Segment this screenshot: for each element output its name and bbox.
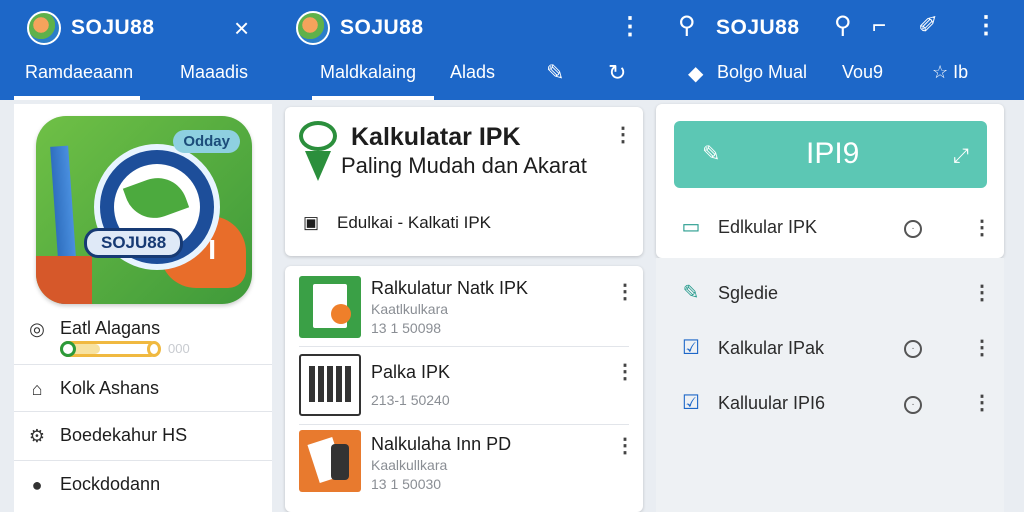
document-icon: ▣ xyxy=(303,213,320,232)
location-icon: ● xyxy=(31,474,43,495)
app-icon-large[interactable]: I SOJU88 Odday xyxy=(36,116,252,304)
tab-active-indicator xyxy=(14,96,140,100)
home-icon: ⌂ xyxy=(31,378,43,399)
expand-icon: ⤢ xyxy=(953,145,969,167)
tab-pane3-0[interactable]: Bolgo Mual xyxy=(717,62,807,83)
left-item-1[interactable]: ⌂ Kolk Ashans xyxy=(28,378,160,399)
featured-title: Kalkulatar IPK xyxy=(351,123,521,151)
ipk-button[interactable]: ✎ IPI9 ⤢ xyxy=(674,121,987,188)
tab-pane2-1[interactable]: Alads xyxy=(450,62,495,83)
left-item-label: Eockdodann xyxy=(60,474,161,494)
more-menu-icon[interactable]: ⋮ xyxy=(615,282,635,302)
divider xyxy=(14,411,272,412)
more-menu-icon[interactable]: ⋮ xyxy=(972,338,992,358)
left-item-label: Boedekahur HS xyxy=(60,425,188,445)
divider xyxy=(299,424,629,425)
right-item-label[interactable]: Kalluular IPI6 xyxy=(718,393,825,414)
brand-name: SOJU88 xyxy=(340,16,424,39)
clock-icon: · xyxy=(904,220,922,238)
app-thumbnail-calendar[interactable] xyxy=(299,354,361,416)
featured-subtitle: Paling Mudah dan Akarat xyxy=(341,153,587,178)
list-item-title[interactable]: Palka IPK xyxy=(371,362,450,383)
list-item-title[interactable]: Nalkulaha Inn PD xyxy=(371,434,511,455)
pane2-topbar: SOJU88 xyxy=(296,0,424,56)
favorites-tab[interactable]: ☆ Ib xyxy=(932,62,968,83)
list-item-meta: 213-1 50240 xyxy=(371,392,450,408)
featured-card[interactable]: Kalkulatar IPK Paling Mudah dan Akarat ⋮… xyxy=(285,107,643,256)
app-icon-label: SOJU88 xyxy=(84,228,184,258)
left-item-3[interactable]: ● Eockdodann xyxy=(28,474,161,495)
divider xyxy=(299,346,629,347)
more-menu-icon[interactable]: ⋮ xyxy=(972,218,992,238)
edit-icon: ✎ xyxy=(682,282,700,304)
ipk-button-label: IPI9 xyxy=(806,137,860,170)
clock-icon: · xyxy=(904,396,922,414)
wrench-icon: ✎ xyxy=(702,141,721,166)
more-menu-icon[interactable]: ⋮ xyxy=(972,283,992,303)
check-edit-icon: ☑ xyxy=(682,337,700,359)
more-menu-icon[interactable]: ⋮ xyxy=(974,14,998,38)
more-menu-icon[interactable]: ⋮ xyxy=(618,15,642,39)
more-menu-icon[interactable]: ⋮ xyxy=(615,436,635,456)
search-icon[interactable]: ⚲ xyxy=(678,14,696,38)
brand-name: SOJU88 xyxy=(71,16,155,39)
box-graphic xyxy=(36,256,92,304)
brand-name: SOJU88 xyxy=(716,16,800,39)
list-item-meta: 13 1 50098 xyxy=(371,320,442,336)
divider xyxy=(14,364,272,365)
app-header: SOJU88 × Ramdaeaann Maaadis SOJU88 ⋮ Mal… xyxy=(0,0,1024,100)
edit-star-icon[interactable]: ✎ xyxy=(546,62,564,84)
left-item-label: Kolk Ashans xyxy=(60,378,160,398)
left-item-2[interactable]: ⚙ Boedekahur HS xyxy=(28,425,187,446)
right-item-label[interactable]: Edlkular IPK xyxy=(718,217,817,238)
app-logo xyxy=(296,11,330,45)
right-item-label[interactable]: Sgledie xyxy=(718,283,778,304)
list-item-meta: 13 1 50030 xyxy=(371,476,442,492)
tab-pane1-0[interactable]: Ramdaeaann xyxy=(25,62,133,83)
list-item-title[interactable]: Ralkulatur Natk IPK xyxy=(371,278,528,299)
list-item-subtitle: Kaatlkulkara xyxy=(371,301,449,317)
close-icon[interactable]: × xyxy=(234,15,249,41)
left-item-label: Eatl Alagans xyxy=(60,318,161,338)
right-list xyxy=(656,258,1004,512)
list-item-subtitle: Kaalkullkara xyxy=(371,457,448,473)
tab-pane3-1[interactable]: Vou9 xyxy=(842,62,883,83)
card-icon: ▭ xyxy=(681,216,701,238)
tab-pane1-1[interactable]: Maaadis xyxy=(180,62,248,83)
progress-start-dot xyxy=(60,341,76,357)
app-thumbnail-phone[interactable] xyxy=(299,430,361,492)
progress-bar xyxy=(60,341,161,357)
more-menu-icon[interactable]: ⋮ xyxy=(972,393,992,413)
search-icon[interactable]: ⚲ xyxy=(834,14,852,38)
progress-end-dot xyxy=(147,341,161,357)
app-icon-badge: Odday xyxy=(173,130,240,153)
left-item-0[interactable]: ◎ Eatl Alagans xyxy=(28,318,160,339)
tab-pane2-0[interactable]: Maldkalaing xyxy=(320,62,416,83)
featured-category: Edulkai - Kalkati IPK xyxy=(337,213,492,232)
check-box-icon: ☑ xyxy=(682,392,700,414)
brush-icon[interactable]: ✐ xyxy=(918,14,938,38)
refresh-icon[interactable]: ↻ xyxy=(608,62,626,84)
more-menu-icon[interactable]: ⋮ xyxy=(613,125,633,145)
more-menu-icon[interactable]: ⋮ xyxy=(615,362,635,382)
progress-label: 000 xyxy=(168,341,190,356)
divider xyxy=(14,460,272,461)
settings-icon: ⚙ xyxy=(28,425,46,446)
tab-active-indicator xyxy=(312,96,434,100)
pane1-topbar: SOJU88 xyxy=(27,0,155,56)
right-item-label[interactable]: Kalkular IPak xyxy=(718,338,824,359)
target-icon: ◎ xyxy=(29,318,45,339)
app-list: Ralkulatur Natk IPK Kaatlkulkara 13 1 50… xyxy=(285,266,643,512)
gift-icon: ◆ xyxy=(688,63,704,85)
app-thumbnail-calculator[interactable] xyxy=(299,276,361,338)
app-logo xyxy=(27,11,61,45)
tune-icon[interactable]: ⌐ xyxy=(872,14,886,38)
clock-icon: · xyxy=(904,340,922,358)
app-logo-icon xyxy=(297,121,339,183)
